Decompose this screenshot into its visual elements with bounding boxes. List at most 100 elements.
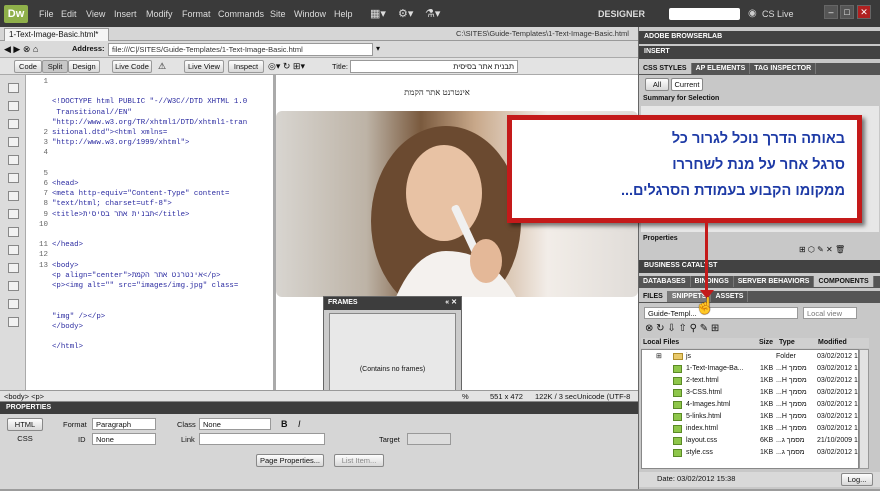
gear-icon[interactable]: ⚙▾ — [398, 7, 413, 20]
layout-icon[interactable]: ▦▾ — [370, 7, 386, 20]
zoom-level[interactable]: % — [462, 392, 469, 401]
list-item[interactable]: layout.css 6KB מסמך ג... 21/10/2009 1 — [642, 436, 858, 447]
list-item[interactable]: 2-text.html 1KB מסמך H... 03/02/2012 1 — [642, 376, 858, 387]
css-current-button[interactable]: Current — [671, 78, 703, 91]
frames-panel-header[interactable]: FRAMES « ✕ — [324, 297, 461, 310]
insert-header[interactable]: INSERT — [639, 46, 880, 59]
tab-components[interactable]: COMPONENTS — [814, 276, 874, 287]
business-catalyst-header[interactable]: BUSINESS CATALYST — [639, 260, 880, 273]
live-code-button[interactable]: Live Code — [112, 60, 152, 73]
menu-insert[interactable]: Insert — [114, 9, 137, 19]
line-numbers-icon[interactable] — [8, 191, 19, 201]
balance-braces-icon[interactable] — [8, 173, 19, 183]
tab-assets[interactable]: ASSETS — [711, 291, 749, 302]
file-list-scrollbar[interactable] — [859, 349, 869, 469]
title-input[interactable]: תבנית אתר בסיסית — [350, 60, 518, 73]
word-wrap-icon[interactable] — [8, 245, 19, 255]
code-text[interactable]: <!DOCTYPE html PUBLIC "-//W3C//DTD XHTML… — [52, 77, 272, 373]
maximize-icon[interactable]: □ — [840, 5, 854, 19]
design-view-button[interactable]: Design — [68, 60, 100, 73]
page-properties-button[interactable]: Page Properties... — [256, 454, 324, 467]
close-icon[interactable]: ✕ — [857, 5, 871, 19]
nav-arrows-icon[interactable]: ◀ ▶ ⊗ ⌂ — [4, 44, 38, 55]
preview-icon[interactable]: ◎▾ ↻ ⊞▾ — [268, 61, 305, 72]
id-select[interactable]: None — [92, 433, 156, 445]
document-tab[interactable]: 1-Text-Image-Basic.html* — [4, 28, 109, 41]
tab-files[interactable]: FILES — [639, 291, 668, 302]
menu-format[interactable]: Format — [182, 9, 211, 19]
list-item[interactable]: index.html 1KB מסמך H... 03/02/2012 1 — [642, 424, 858, 435]
tab-server-behaviors[interactable]: SERVER BEHAVIORS — [734, 276, 815, 287]
panel-close-icon[interactable]: « ✕ — [445, 298, 457, 306]
tab-databases[interactable]: DATABASES — [639, 276, 691, 287]
italic-button[interactable]: I — [298, 419, 301, 429]
tab-bindings[interactable]: BINDINGS — [691, 276, 734, 287]
inspect-button[interactable]: Inspect — [228, 60, 264, 73]
address-dropdown-icon[interactable]: ▾ — [376, 44, 380, 53]
highlight-invalid-icon[interactable] — [8, 209, 19, 219]
tag-selector[interactable]: <body> <p> — [4, 392, 44, 401]
code-view-button[interactable]: Code — [14, 60, 42, 73]
search-input[interactable] — [669, 8, 740, 20]
menu-file[interactable]: File — [39, 9, 54, 19]
list-item[interactable]: 5-links.html 1KB מסמך H... 03/02/2012 1 — [642, 412, 858, 423]
wrap-tag-icon[interactable] — [8, 299, 19, 309]
format-select[interactable]: Paragraph — [92, 418, 156, 430]
list-item[interactable]: ⊞ js Folder 03/02/2012 1 — [642, 352, 858, 363]
list-item[interactable]: style.css 1KB מסמך ג... 03/02/2012 1 — [642, 448, 858, 459]
log-button[interactable]: Log... — [841, 473, 873, 486]
workspace-switcher[interactable]: DESIGNER — [598, 9, 645, 19]
list-item[interactable]: 1-Text-Image-Ba... 1KB מסמך H... 03/02/2012… — [642, 364, 858, 375]
menu-window[interactable]: Window — [294, 9, 326, 19]
html-mode-button[interactable]: HTML — [7, 418, 43, 431]
list-item-button[interactable]: List Item... — [334, 454, 384, 467]
col-size[interactable]: Size — [759, 339, 773, 346]
syntax-error-icon[interactable] — [8, 227, 19, 237]
menu-help[interactable]: Help — [334, 9, 353, 19]
expand-icon[interactable]: ⊞ — [656, 352, 662, 360]
select-parent-tag-icon[interactable] — [8, 155, 19, 165]
menu-commands[interactable]: Commands — [218, 9, 264, 19]
site-select[interactable]: Guide-Templ... — [644, 307, 798, 319]
collapse-tag-icon[interactable] — [8, 101, 19, 111]
recent-snippets-icon[interactable] — [8, 317, 19, 327]
properties-header[interactable]: PROPERTIES — [0, 402, 638, 414]
menu-edit[interactable]: Edit — [61, 9, 77, 19]
collapse-selection-icon[interactable] — [8, 119, 19, 129]
css-panel-tools-icon[interactable]: ⊞ ⬡ ✎ ✕ 🗑 — [799, 245, 845, 254]
tab-tag-inspector[interactable]: TAG INSPECTOR — [750, 63, 817, 74]
minimize-icon[interactable]: – — [824, 5, 838, 19]
open-documents-icon[interactable] — [8, 83, 19, 93]
expand-all-icon[interactable] — [8, 137, 19, 147]
view-select[interactable]: Local view — [803, 307, 857, 319]
menu-view[interactable]: View — [86, 9, 105, 19]
extensions-icon[interactable]: ⚗▾ — [425, 7, 440, 20]
code-view[interactable]: 1 234 5 6 7 8 9 10 11 12 13 <!DOCTYPE html PUB… — [26, 75, 273, 390]
class-select[interactable]: None — [199, 418, 271, 430]
files-toolbar-icons[interactable]: ⊗ ↻ ⇩ ⇧ ⚲ ✎ ⊞ — [645, 323, 719, 334]
browserlab-header[interactable]: ADOBE BROWSERLAB — [639, 31, 880, 44]
live-view-button[interactable]: Live View — [184, 60, 224, 73]
tab-css-styles[interactable]: CSS STYLES — [639, 63, 692, 74]
target-select[interactable] — [407, 433, 451, 445]
tab-ap-elements[interactable]: AP ELEMENTS — [692, 63, 751, 74]
col-modified[interactable]: Modified — [818, 339, 847, 346]
bold-button[interactable]: B — [281, 419, 288, 429]
css-mode-button[interactable]: CSS — [7, 433, 43, 446]
uncomment-icon[interactable] — [8, 281, 19, 291]
split-view-button[interactable]: Split — [42, 60, 68, 73]
window-size[interactable]: 551 x 472 — [490, 392, 523, 401]
address-input[interactable]: file:///C|/SITES/Guide-Templates/1-Text-… — [108, 43, 373, 56]
list-item[interactable]: 4-Images.html 1KB מסמך H... 03/02/2012 1 — [642, 400, 858, 411]
page-heading[interactable]: אינטרנט אתר הקמת — [276, 87, 598, 97]
col-local-files[interactable]: Local Files — [643, 339, 679, 346]
menu-site[interactable]: Site — [270, 9, 286, 19]
list-item[interactable]: 3-CSS.html 1KB מסמך H... 03/02/2012 1 — [642, 388, 858, 399]
browser-compat-icon[interactable]: ⚠ — [158, 61, 166, 72]
menu-modify[interactable]: Modify — [146, 9, 173, 19]
col-type[interactable]: Type — [779, 339, 795, 346]
cs-live-button[interactable]: CS Live — [762, 9, 794, 19]
comment-icon[interactable] — [8, 263, 19, 273]
link-input[interactable] — [199, 433, 325, 445]
css-all-button[interactable]: All — [645, 78, 669, 91]
